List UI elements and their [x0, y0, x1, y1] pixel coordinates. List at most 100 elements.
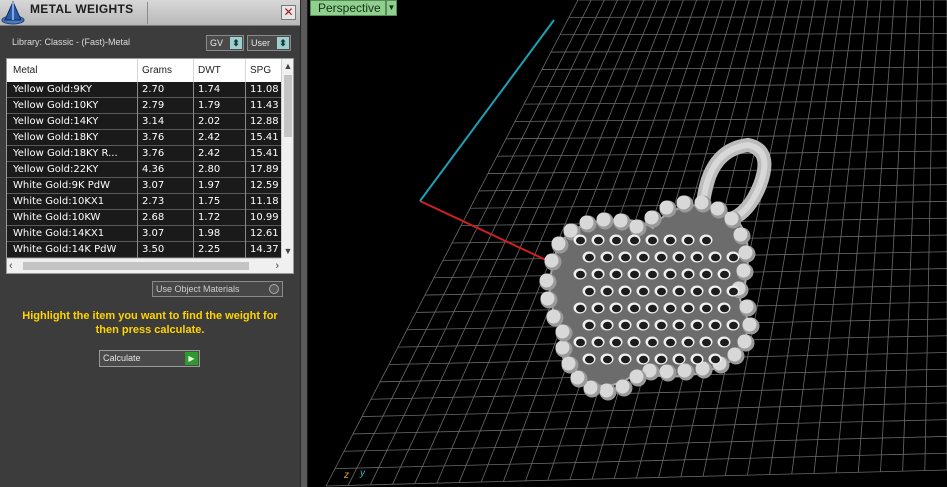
grid-line — [505, 133, 947, 140]
title-separator — [147, 2, 148, 24]
table-row[interactable]: White Gold:14K PdW 3.50 2.25 14.37 — [7, 242, 281, 258]
table-cell: 3.07 — [142, 180, 165, 191]
horizontal-scrollbar[interactable]: ‹ › — [7, 258, 281, 273]
column-divider — [193, 114, 194, 130]
column-divider — [193, 59, 194, 82]
column-divider — [193, 194, 194, 210]
column-divider — [245, 226, 246, 242]
table-cell: 4.36 — [142, 164, 165, 175]
table-cell: 1.74 — [198, 84, 221, 95]
table-row[interactable]: White Gold:9K PdW 3.07 1.97 12.59 — [7, 178, 281, 194]
column-divider — [193, 130, 194, 146]
table-row[interactable]: Yellow Gold:9KY 2.70 1.74 11.08 — [7, 82, 281, 98]
close-button[interactable]: ✕ — [281, 5, 296, 20]
grid-line — [568, 16, 947, 18]
column-header-spg[interactable]: SPG — [250, 65, 271, 76]
vertical-scroll-thumb[interactable] — [284, 75, 292, 137]
user-dropdown[interactable]: User ⬍ — [247, 35, 291, 51]
table-cell: Yellow Gold:22KY — [13, 164, 99, 175]
column-divider — [193, 162, 194, 178]
table-row[interactable]: Yellow Gold:18KY 3.76 2.42 15.41 — [7, 130, 281, 146]
metal-weights-panel: METAL WEIGHTS ✕ Library: Classic - (Fast… — [0, 0, 300, 487]
application-logo-icon — [1, 0, 25, 26]
calculate-button[interactable]: Calculate ▶ — [99, 350, 200, 367]
perspective-viewport[interactable]: Perspective ▼ z y — [308, 0, 947, 487]
column-header-metal[interactable]: Metal — [13, 65, 37, 76]
table-cell: White Gold:14KX1 — [13, 228, 105, 239]
table-cell: 1.97 — [198, 180, 221, 191]
table-cell: 3.50 — [142, 244, 165, 255]
table-row[interactable]: Yellow Gold:14KY 3.14 2.02 12.88 — [7, 114, 281, 130]
panel-titlebar[interactable]: METAL WEIGHTS ✕ — [0, 0, 300, 26]
table-row[interactable]: Yellow Gold:22KY 4.36 2.80 17.89 — [7, 162, 281, 178]
table-header: Metal Grams DWT SPG — [7, 59, 281, 82]
table-cell: Yellow Gold:18KY — [13, 132, 99, 143]
column-divider — [193, 82, 194, 98]
table-cell: 2.73 — [142, 196, 165, 207]
use-object-materials-label: Use Object Materials — [156, 284, 240, 294]
column-divider — [245, 242, 246, 258]
column-divider — [137, 242, 138, 258]
table-cell: 2.70 — [142, 84, 165, 95]
table-cell: 1.72 — [198, 212, 221, 223]
scroll-up-icon[interactable]: ▲ — [282, 59, 293, 73]
table-cell: 3.76 — [142, 148, 165, 159]
play-icon: ▶ — [185, 352, 198, 365]
viewport-canvas[interactable] — [308, 0, 947, 487]
use-object-materials-toggle[interactable]: Use Object Materials — [152, 281, 283, 297]
table-cell: 1.79 — [198, 100, 221, 111]
column-divider — [137, 98, 138, 114]
table-row[interactable]: White Gold:14KX1 3.07 1.98 12.61 — [7, 226, 281, 242]
horizontal-scroll-thumb[interactable] — [23, 262, 249, 270]
column-divider — [193, 210, 194, 226]
column-divider — [137, 130, 138, 146]
chevron-down-icon[interactable]: ▼ — [386, 0, 397, 16]
table-cell: 2.79 — [142, 100, 165, 111]
table-cell: 2.42 — [198, 132, 221, 143]
column-divider — [245, 98, 246, 114]
table-cell: 2.80 — [198, 164, 221, 175]
column-divider — [137, 210, 138, 226]
column-divider — [137, 178, 138, 194]
column-divider — [245, 162, 246, 178]
table-row[interactable]: Yellow Gold:18KY R... 3.76 2.42 15.41 — [7, 146, 281, 162]
column-divider — [137, 226, 138, 242]
table-cell: 17.89 — [250, 164, 279, 175]
user-dropdown-label: User — [251, 38, 271, 48]
calculate-label: Calculate — [103, 353, 141, 363]
column-header-grams[interactable]: Grams — [142, 65, 172, 76]
gv-dropdown[interactable]: GV ⬍ — [206, 35, 244, 51]
table-cell: 12.88 — [250, 116, 279, 127]
vertical-scrollbar[interactable]: ▲ ▼ — [281, 59, 293, 258]
column-divider — [193, 226, 194, 242]
scroll-right-icon[interactable]: › — [267, 259, 279, 273]
table-cell: 11.18 — [250, 196, 279, 207]
scroll-left-icon[interactable]: ‹ — [9, 259, 21, 273]
table-row[interactable]: Yellow Gold:10KY 2.79 1.79 11.43 — [7, 98, 281, 114]
instructions-text: Highlight the item you want to find the … — [22, 310, 278, 336]
viewport-label[interactable]: Perspective — [310, 0, 386, 16]
table-cell: 1.75 — [198, 196, 221, 207]
table-cell: 2.68 — [142, 212, 165, 223]
table-cell: 12.59 — [250, 180, 279, 191]
table-body: Yellow Gold:9KY 2.70 1.74 11.08 Yellow Gold:… — [7, 82, 281, 258]
table-cell: 1.98 — [198, 228, 221, 239]
column-divider — [137, 146, 138, 162]
table-cell: Yellow Gold:10KY — [13, 100, 99, 111]
table-cell: White Gold:14K PdW — [13, 244, 117, 255]
column-divider — [245, 146, 246, 162]
scroll-down-icon[interactable]: ▼ — [282, 244, 293, 258]
table-cell: White Gold:9K PdW — [13, 180, 110, 191]
panel-splitter[interactable] — [300, 0, 308, 487]
table-row[interactable]: White Gold:10KX1 2.73 1.75 11.18 — [7, 194, 281, 210]
panel-title: METAL WEIGHTS — [30, 2, 134, 16]
column-divider — [245, 82, 246, 98]
radio-icon — [269, 284, 279, 294]
table-row[interactable]: White Gold:10KW 2.68 1.72 10.99 — [7, 210, 281, 226]
axis-y-label: y — [360, 468, 365, 479]
column-divider — [245, 194, 246, 210]
table-cell: 2.42 — [198, 148, 221, 159]
column-header-dwt[interactable]: DWT — [198, 65, 221, 76]
table-cell: 12.61 — [250, 228, 279, 239]
table-cell: 15.41 — [250, 132, 279, 143]
